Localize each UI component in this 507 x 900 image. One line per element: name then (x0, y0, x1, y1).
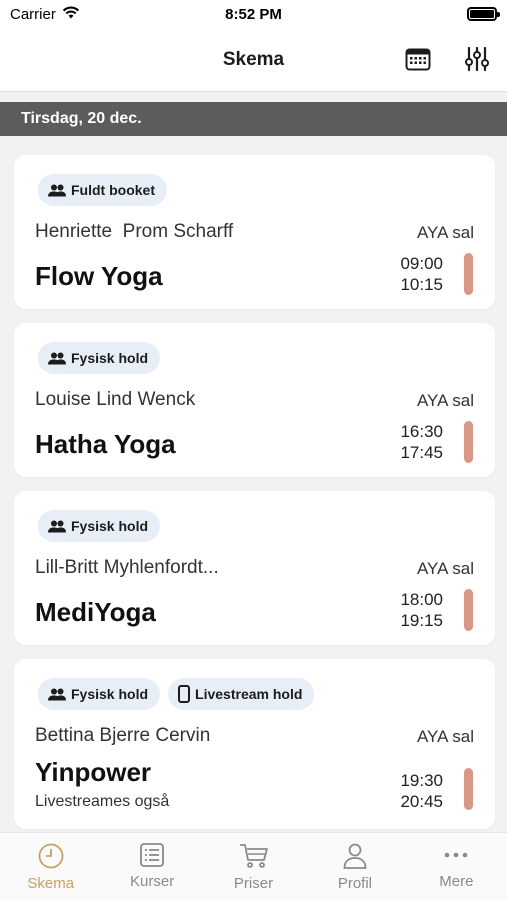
clock-icon (38, 843, 64, 869)
people-icon (48, 184, 66, 196)
end-time: 17:45 (400, 443, 443, 462)
badge-label: Fysisk hold (71, 686, 149, 702)
livestream-note: Livestreames også (35, 793, 170, 810)
battery-icon (466, 7, 500, 21)
people-icon (48, 352, 66, 364)
start-time: 18:00 (400, 590, 443, 609)
tab-label: Profil (337, 875, 373, 892)
badge-label: Fysisk hold (71, 518, 149, 534)
tab-label: Kurser (130, 873, 175, 890)
clock-time: 8:52 PM (225, 5, 282, 23)
cart-icon (239, 844, 268, 868)
class-list: Fuldt booket Henriette Prom Scharff AYA … (14, 155, 495, 843)
calendar-icon (405, 48, 431, 71)
class-times: 19:30 20:45 (400, 770, 443, 812)
class-card[interactable]: Fysisk hold Livestream hold Bettina Bjer… (14, 659, 495, 829)
sliders-icon (465, 46, 489, 72)
list-icon (140, 843, 165, 867)
availability-indicator (464, 421, 473, 463)
phone-icon (178, 685, 191, 703)
badge-label: Fysisk hold (71, 350, 149, 366)
date-header: Tirsdag, 20 dec. (0, 102, 507, 136)
tab-label: Priser (233, 875, 274, 892)
teacher-name: Henriette Prom Scharff (35, 221, 234, 242)
teacher-name: Bettina Bjerre Cervin (35, 725, 211, 746)
end-time: 20:45 (400, 792, 443, 811)
status-badge: Fuldt booket (38, 174, 167, 206)
class-card[interactable]: Fuldt booket Henriette Prom Scharff AYA … (14, 155, 495, 309)
livestream-badge: Livestream hold (168, 678, 315, 710)
page-title: Skema (222, 48, 285, 70)
availability-indicator (464, 768, 473, 810)
tab-mere[interactable]: Mere (406, 833, 507, 900)
tab-skema[interactable]: Skema (0, 833, 101, 900)
tab-bar: Skema Kurser Priser Profil Mere (0, 832, 507, 900)
start-time: 16:30 (400, 422, 443, 441)
tab-profil[interactable]: Profil (304, 833, 405, 900)
nav-bar: Skema (0, 28, 507, 92)
status-badge: Fysisk hold (38, 510, 161, 542)
end-time: 19:15 (400, 611, 443, 630)
room-name: AYA sal (416, 727, 474, 746)
filter-button[interactable] (462, 44, 492, 74)
class-name: Yinpower (35, 757, 152, 787)
tab-priser[interactable]: Priser (203, 833, 304, 900)
room-name: AYA sal (416, 391, 474, 410)
status-badge: Fysisk hold (38, 342, 161, 374)
more-icon (445, 852, 468, 858)
tab-label: Skema (27, 875, 75, 892)
carrier-label: Carrier (10, 5, 56, 23)
end-time: 10:15 (400, 275, 443, 294)
class-times: 16:30 17:45 (400, 421, 443, 463)
class-name: Hatha Yoga (35, 429, 176, 459)
start-time: 19:30 (400, 771, 443, 790)
availability-indicator (464, 253, 473, 295)
tab-kurser[interactable]: Kurser (101, 833, 202, 900)
class-name: Flow Yoga (35, 261, 163, 291)
class-card[interactable]: Fysisk hold Louise Lind Wenck AYA sal Ha… (14, 323, 495, 477)
badge-label: Fuldt booket (71, 182, 155, 198)
calendar-button[interactable] (403, 44, 433, 74)
wifi-icon (62, 6, 80, 23)
class-times: 09:00 10:15 (400, 253, 443, 295)
start-time: 09:00 (400, 254, 443, 273)
tab-label: Mere (439, 873, 474, 890)
teacher-name: Louise Lind Wenck (35, 389, 196, 410)
people-icon (48, 688, 66, 700)
room-name: AYA sal (416, 559, 474, 578)
room-name: AYA sal (416, 223, 474, 242)
class-times: 18:00 19:15 (400, 589, 443, 631)
status-badge: Fysisk hold (38, 678, 161, 710)
people-icon (48, 520, 66, 532)
availability-indicator (464, 589, 473, 631)
person-icon (343, 843, 367, 869)
class-name: MediYoga (35, 597, 156, 627)
teacher-name: Lill-Britt Myhlenfordt... (35, 557, 219, 578)
status-bar: Carrier 8:52 PM (0, 0, 507, 28)
class-card[interactable]: Fysisk hold Lill-Britt Myhlenfordt... AY… (14, 491, 495, 645)
badge-label: Livestream hold (195, 686, 303, 702)
